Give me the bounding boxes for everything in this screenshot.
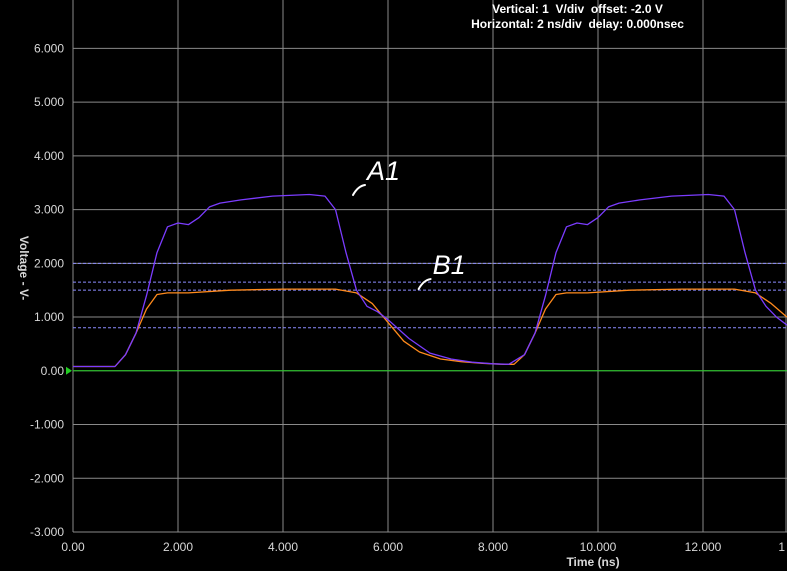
- annotation-a1: A1: [365, 156, 400, 186]
- scope-settings-readout: Vertical: 1 V/div offset: -2.0 V Horizon…: [455, 2, 700, 32]
- vertical-setting: Vertical: 1 V/div offset: -2.0 V: [492, 2, 663, 16]
- annotation-b1: B1: [433, 250, 466, 280]
- y-tick-label: 5.000: [34, 95, 64, 109]
- y-tick-label: 6.000: [34, 41, 64, 55]
- x-tick-label: 4.000: [268, 540, 298, 554]
- x-tick-label: 0.00: [61, 540, 85, 554]
- x-tick-label: 10.000: [580, 540, 617, 554]
- oscilloscope-chart: 0.00 2.000 4.000 6.000 8.000 10.000 12.000 1 -3.…: [17, 0, 787, 569]
- y-tick-label: 2.000: [34, 256, 64, 270]
- x-axis-label: Time (ns): [566, 555, 619, 569]
- waveform-traces: [73, 193, 787, 368]
- annotation-pointer: [352, 184, 366, 197]
- y-tick-label: 4.000: [34, 149, 64, 163]
- y-tick-label: -1.000: [30, 418, 64, 432]
- y-tick-label: 0.00: [41, 364, 65, 378]
- y-tick-label: 1.000: [34, 310, 64, 324]
- x-tick-label: 6.000: [373, 540, 403, 554]
- zero-marker-icon: [66, 366, 72, 375]
- trace-annotations: A1 B1: [352, 156, 466, 291]
- x-tick-label: 1: [778, 540, 785, 554]
- threshold-lines: [73, 262, 787, 329]
- y-tick-label: -2.000: [30, 471, 64, 485]
- y-tick-label: 3.000: [34, 203, 64, 217]
- tick-labels: 0.00 2.000 4.000 6.000 8.000 10.000 12.000 1 -3.…: [30, 41, 785, 554]
- grid-lines: [72, 0, 787, 533]
- horizontal-setting: Horizontal: 2 ns/div delay: 0.000nsec: [471, 17, 684, 31]
- x-tick-label: 2.000: [163, 540, 193, 554]
- y-axis-label: Voltage - V-: [17, 236, 31, 300]
- x-tick-label: 12.000: [685, 540, 722, 554]
- annotation-pointer: [417, 278, 432, 291]
- trace-a1: [73, 193, 787, 368]
- x-tick-label: 8.000: [478, 540, 508, 554]
- y-tick-label: -3.000: [30, 525, 64, 539]
